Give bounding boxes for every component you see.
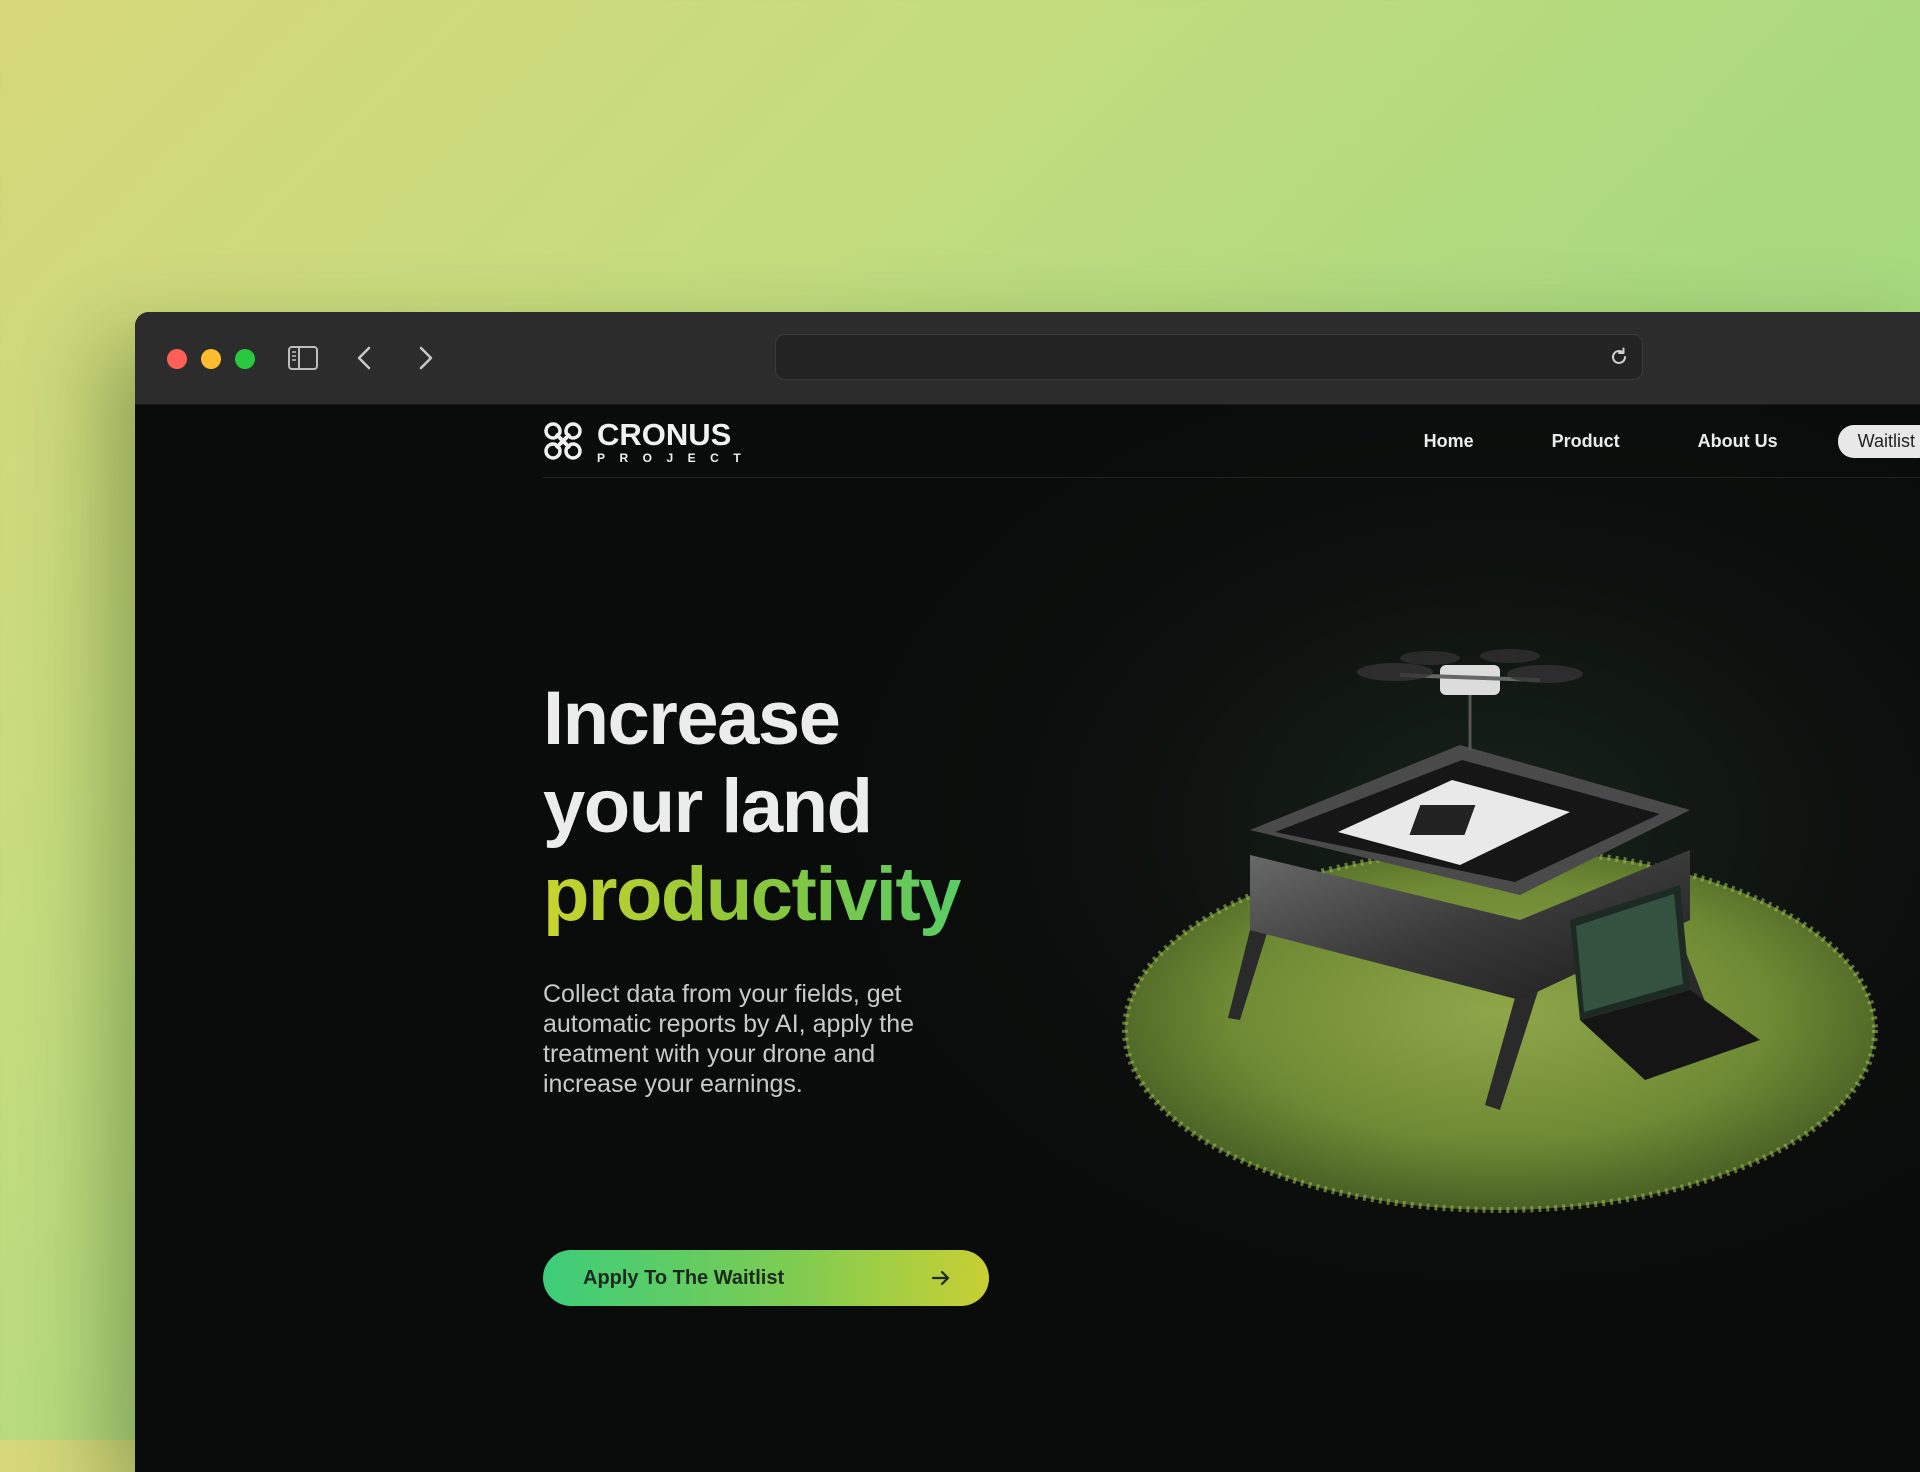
chevron-left-icon[interactable]	[353, 344, 377, 372]
hero-headline: Increase your land productivity	[543, 675, 1063, 939]
brand-subname: PROJECT	[597, 450, 756, 465]
headline-line-2: your land	[543, 764, 873, 849]
arrow-right-icon	[931, 1270, 950, 1286]
chevron-right-icon[interactable]	[413, 344, 437, 372]
nav-link-product[interactable]: Product	[1552, 431, 1620, 452]
hero-section: Increase your land productivity Collect …	[543, 675, 1063, 1099]
headline-line-1: Increase	[543, 676, 841, 761]
browser-window: CRONUS PROJECT Home Product About Us Wai…	[135, 312, 1920, 1472]
browser-toolbar	[135, 312, 1920, 405]
address-bar[interactable]	[775, 334, 1643, 380]
close-window-button[interactable]	[167, 349, 187, 369]
hero-description: Collect data from your fields, get autom…	[543, 980, 915, 1098]
cta-label: Apply To The Waitlist	[583, 1266, 785, 1289]
zoom-window-button[interactable]	[235, 349, 255, 369]
site-header: CRONUS PROJECT Home Product About Us Wai…	[543, 405, 1920, 478]
brand-name: CRONUS	[597, 416, 732, 452]
headline-accent-word: productivity	[543, 851, 1063, 939]
nav-link-about-us[interactable]: About Us	[1698, 431, 1778, 452]
waitlist-button[interactable]: Waitlist	[1837, 424, 1920, 458]
brand-wordmark: CRONUS PROJECT	[597, 419, 755, 464]
main-navigation: Home Product About Us Waitlist	[1424, 423, 1920, 459]
nav-link-home[interactable]: Home	[1424, 431, 1474, 452]
web-page: CRONUS PROJECT Home Product About Us Wai…	[135, 405, 1920, 1472]
drone-logo-icon	[544, 422, 582, 460]
drone-shape	[1357, 649, 1583, 750]
reload-icon[interactable]	[1608, 346, 1630, 368]
sidebar-icon[interactable]	[288, 346, 318, 370]
brand-logo[interactable]: CRONUS PROJECT	[543, 419, 755, 464]
apply-waitlist-button[interactable]: Apply To The Waitlist	[543, 1250, 989, 1306]
drone-station-illustration	[1122, 649, 1878, 1213]
minimize-window-button[interactable]	[201, 349, 221, 369]
